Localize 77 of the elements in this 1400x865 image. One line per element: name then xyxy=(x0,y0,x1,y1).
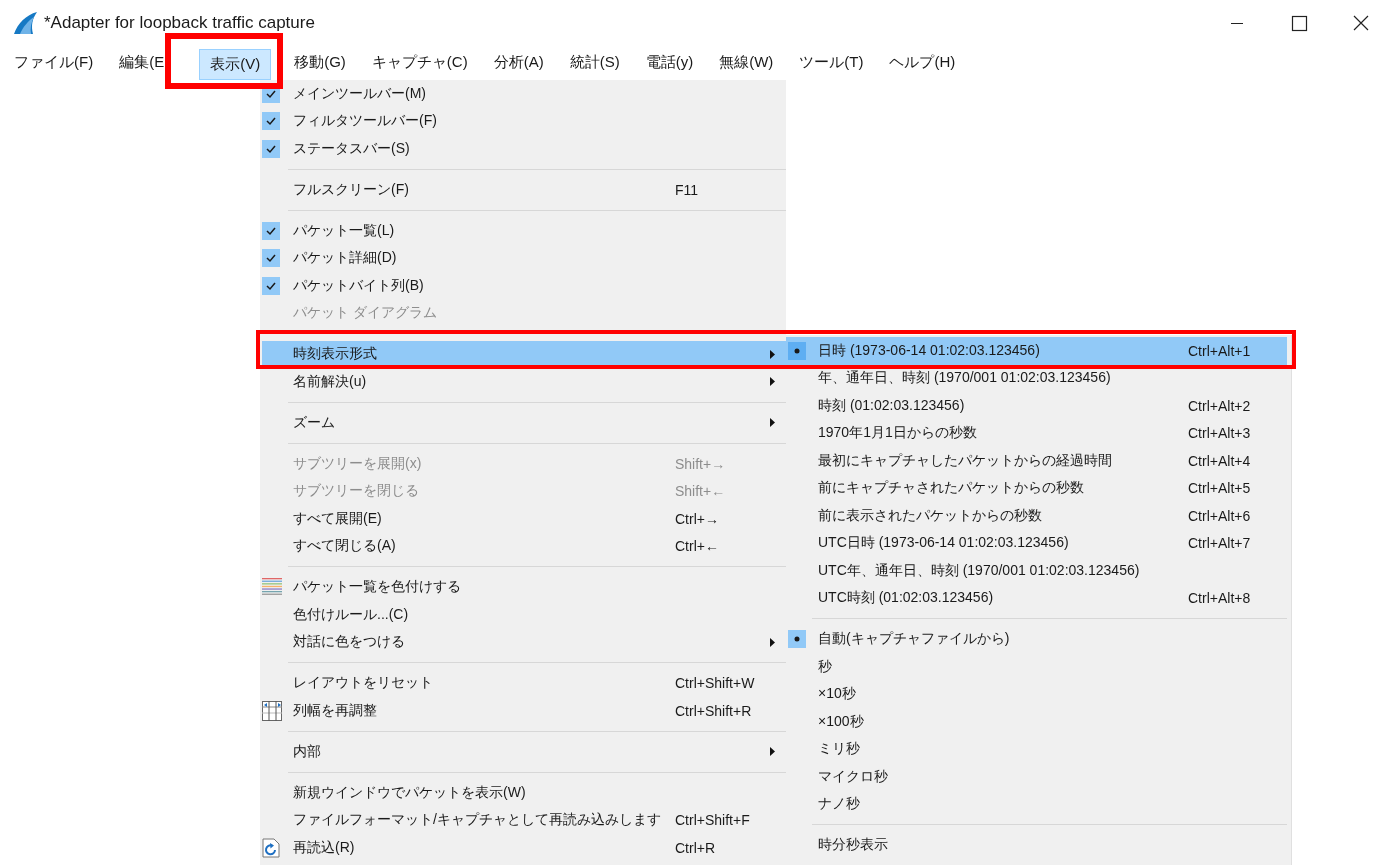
shortcut-label: Ctrl+Alt+5 xyxy=(1188,480,1252,497)
menu-item[interactable]: 時刻 (01:02:03.123456) Ctrl+Alt+2 xyxy=(786,392,1287,420)
shortcut-label: F11 xyxy=(675,181,700,198)
menu-item[interactable]: 自動(キャプチャファイルから) xyxy=(786,625,1287,653)
menu-bar-item[interactable]: 分析(A) xyxy=(489,45,548,80)
menu-bar-item[interactable]: 移動(G) xyxy=(290,45,350,80)
menu-item[interactable]: フィルタツールバー(F) xyxy=(260,107,786,135)
menu-bar-item[interactable]: 表示(V) xyxy=(199,49,272,80)
menu-bar-item[interactable]: キャプチャ(C) xyxy=(367,45,472,80)
menu-item[interactable]: マイクロ秒 xyxy=(786,763,1287,791)
reload-icon xyxy=(262,837,280,858)
menu-item[interactable]: パケット一覧(L) xyxy=(260,217,786,245)
app-logo-icon xyxy=(12,10,38,35)
menu-bar-item[interactable]: ヘルプ(H) xyxy=(885,45,960,80)
menu-item[interactable]: 日時 (1973-06-14 01:02:03.123456) Ctrl+Alt+1 xyxy=(786,337,1287,365)
menu-item[interactable]: 最初にキャプチャしたパケットからの経過時間 Ctrl+Alt+4 xyxy=(786,447,1287,475)
menu-item[interactable]: 1970年1月1日からの秒数 Ctrl+Alt+3 xyxy=(786,419,1287,447)
menu-item[interactable]: 秒 xyxy=(786,653,1287,681)
menu-item[interactable]: ズーム xyxy=(260,409,786,437)
menu-item[interactable]: すべて閉じる(A) Ctrl+← xyxy=(260,532,786,560)
shortcut-label: Ctrl+← xyxy=(675,538,720,555)
submenu-arrow-icon xyxy=(770,349,775,359)
menu-bar-item[interactable]: 電話(y) xyxy=(641,45,698,80)
menu-bar-item[interactable]: 編集(E xyxy=(115,45,169,80)
menu-item[interactable]: 対話に色をつける xyxy=(260,628,786,656)
shortcut-label: Ctrl+Alt+8 xyxy=(1188,590,1252,607)
shortcut-label: Ctrl+R xyxy=(675,839,717,856)
menu-bar-item[interactable]: 無線(W) xyxy=(715,45,778,80)
menu-item[interactable]: 新規ウインドウでパケットを表示(W) xyxy=(260,779,786,807)
shortcut-label: Ctrl+Alt+2 xyxy=(1188,397,1252,414)
shortcut-label: Ctrl+Alt+7 xyxy=(1188,535,1252,552)
colored-stripes-icon xyxy=(262,578,282,597)
shortcut-label: Ctrl+Shift+F xyxy=(675,812,751,829)
shortcut-label: Ctrl+Shift+W xyxy=(675,675,756,692)
window-title: *Adapter for loopback traffic capture xyxy=(44,12,315,33)
menu-item[interactable]: UTC時刻 (01:02:03.123456) Ctrl+Alt+8 xyxy=(786,584,1287,612)
menu-item[interactable]: UTC日時 (1973-06-14 01:02:03.123456) Ctrl+Alt+7 xyxy=(786,529,1287,557)
menu-item[interactable]: ファイルフォーマット/キャプチャとして再読み込みします Ctrl+Shift+F xyxy=(260,806,786,834)
menu-item[interactable]: メインツールバー(M) xyxy=(260,80,786,108)
menu-item[interactable]: 列幅を再調整 Ctrl+Shift+R xyxy=(260,697,786,725)
table-columns-icon xyxy=(262,700,282,721)
menu-item[interactable]: パケット一覧を色付けする xyxy=(260,573,786,601)
menu-item[interactable]: 時刻表示形式 xyxy=(262,340,786,368)
menu-bar-item[interactable]: 統計(S) xyxy=(565,45,624,80)
shortcut-label: Ctrl+Shift+R xyxy=(675,702,753,719)
menu-item[interactable]: 時分秒表示 xyxy=(786,831,1287,859)
menu-item[interactable]: 名前解決(u) xyxy=(260,368,786,396)
menu-item[interactable]: 前に表示されたパケットからの秒数 Ctrl+Alt+6 xyxy=(786,502,1287,530)
submenu-arrow-icon xyxy=(770,747,775,757)
menu-item[interactable]: レイアウトをリセット Ctrl+Shift+W xyxy=(260,669,786,697)
menu-item[interactable]: ナノ秒 xyxy=(786,790,1287,818)
submenu-arrow-icon xyxy=(770,377,775,387)
menu-item[interactable]: パケットバイト列(B) xyxy=(260,272,786,300)
menu-item[interactable]: 再読込(R) Ctrl+R xyxy=(260,834,786,862)
menu-item[interactable]: ステータスバー(S) xyxy=(260,135,786,163)
submenu-arrow-icon xyxy=(770,637,775,647)
menu-item[interactable]: ×10秒 xyxy=(786,680,1287,708)
shortcut-label: Shift+→ xyxy=(675,455,727,472)
menu-item[interactable]: 色付けルール...(C) xyxy=(260,601,786,629)
shortcut-label: Ctrl+Alt+3 xyxy=(1188,425,1252,442)
shortcut-label: Ctrl+Alt+4 xyxy=(1188,452,1252,469)
shortcut-label: Ctrl+Alt+1 xyxy=(1188,342,1252,359)
submenu-arrow-icon xyxy=(770,418,775,428)
menu-item[interactable]: すべて展開(E) Ctrl+→ xyxy=(260,505,786,533)
shortcut-label: Ctrl+→ xyxy=(675,510,720,527)
menu-item[interactable]: 内部 xyxy=(260,738,786,766)
shortcut-label: Ctrl+Alt+6 xyxy=(1188,507,1252,524)
menu-bar-item[interactable]: ファイル(F) xyxy=(10,45,98,80)
menu-item[interactable]: ×100秒 xyxy=(786,708,1287,736)
menu-item[interactable]: パケット詳細(D) xyxy=(260,244,786,272)
menu-item[interactable]: フルスクリーン(F) F11 xyxy=(260,176,786,204)
menu-item[interactable]: ミリ秒 xyxy=(786,735,1287,763)
menu-item[interactable]: 年、通年日、時刻 (1970/001 01:02:03.123456) xyxy=(786,364,1287,392)
menu-bar-item[interactable]: ツール(T) xyxy=(795,45,868,80)
menu-item[interactable]: 前にキャプチャされたパケットからの秒数 Ctrl+Alt+5 xyxy=(786,474,1287,502)
menu-item[interactable]: UTC年、通年日、時刻 (1970/001 01:02:03.123456) xyxy=(786,557,1287,585)
shortcut-label: Shift+← xyxy=(675,483,727,500)
